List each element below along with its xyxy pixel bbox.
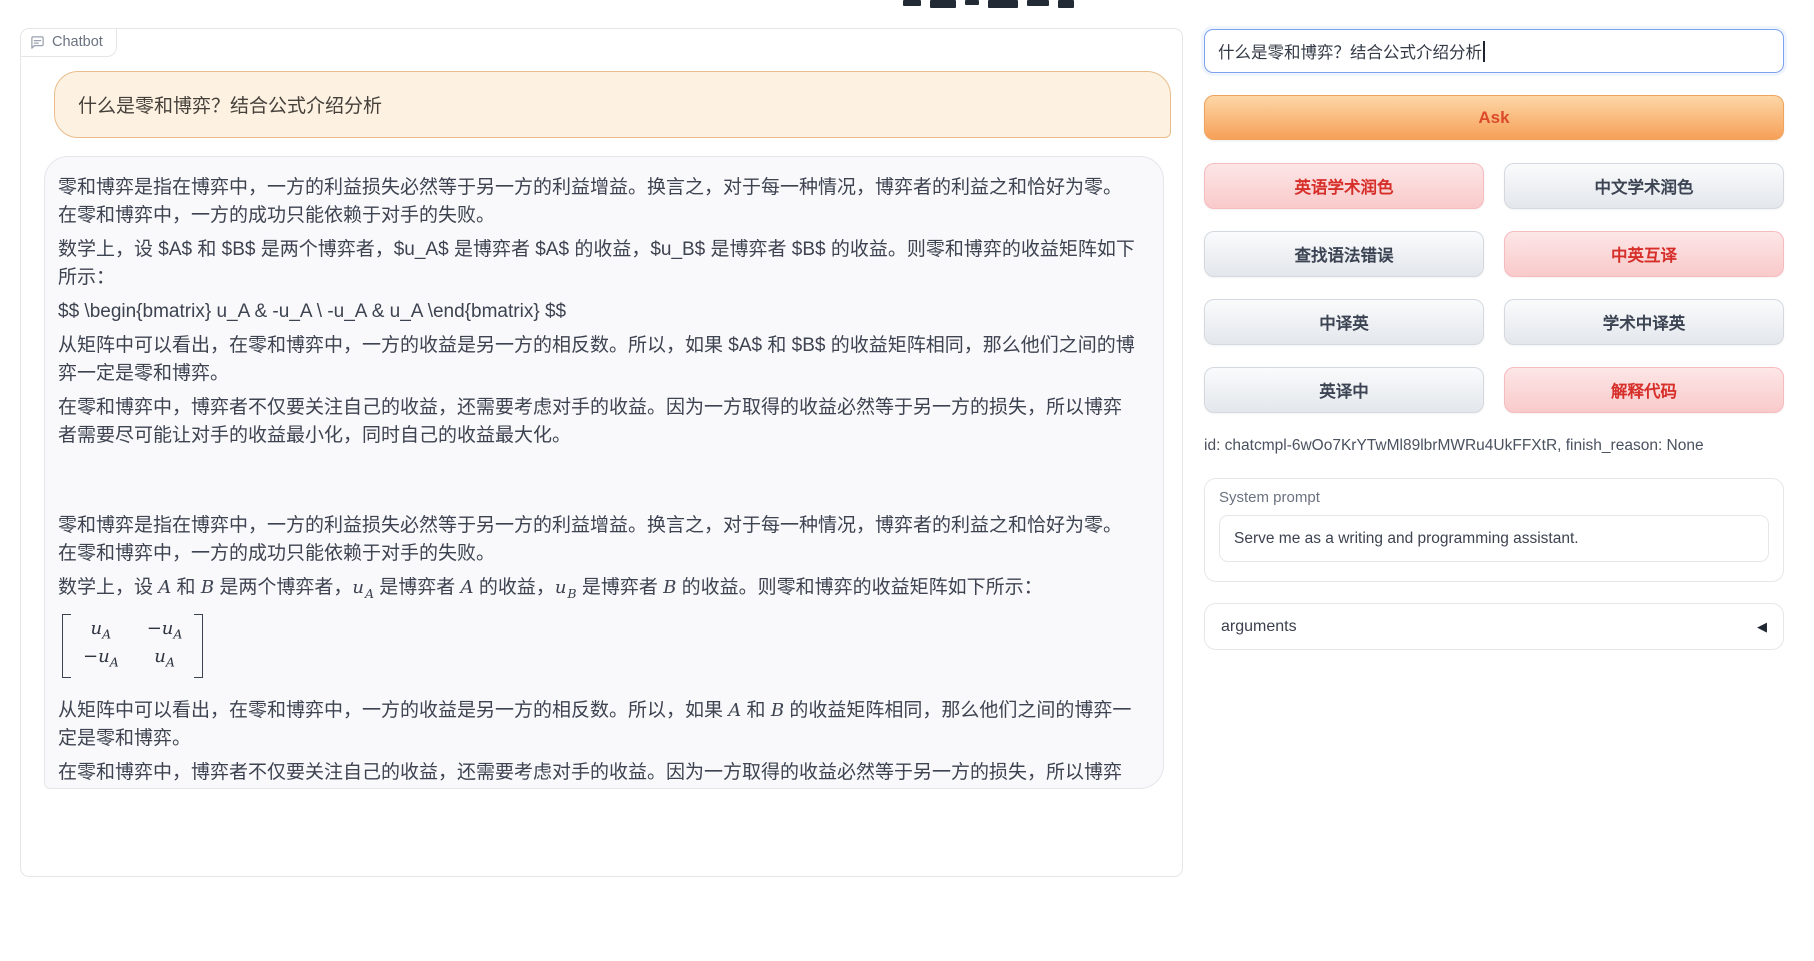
user-message-bubble: 什么是零和博弈？结合公式介绍分析 bbox=[54, 71, 1171, 138]
function-button-7[interactable]: 解释代码 bbox=[1504, 367, 1784, 413]
function-button-4[interactable]: 中译英 bbox=[1204, 299, 1484, 345]
system-prompt-value: Serve me as a writing and programming as… bbox=[1234, 530, 1579, 548]
function-button-grid: 英语学术润色中文学术润色查找语法错误中英互译中译英学术中译英英译中解释代码 bbox=[1204, 163, 1784, 413]
ask-button[interactable]: Ask bbox=[1204, 95, 1784, 140]
function-button-6[interactable]: 英译中 bbox=[1204, 367, 1484, 413]
function-button-3[interactable]: 中英互译 bbox=[1504, 231, 1784, 277]
arguments-accordion-header[interactable]: arguments ◀ bbox=[1204, 603, 1784, 650]
question-input[interactable]: 什么是零和博弈？结合公式介绍分析 bbox=[1204, 29, 1784, 73]
bot-message-content: 零和博弈是指在博弈中，一方的利益损失必然等于另一方的利益增益。换言之，对于每一种… bbox=[58, 174, 1140, 789]
bot-paragraph: 在零和博弈中，博弈者不仅要关注自己的收益，还需要考虑对手的收益。因为一方取得的收… bbox=[58, 394, 1140, 450]
bot-paragraph: 数学上，设 A 和 B 是两个博弈者，uA 是博弈者 A 的收益，uB 是博弈者… bbox=[58, 574, 1140, 608]
bot-paragraph: $$ \begin{bmatrix} u_A & -u_A \ -u_A & u… bbox=[58, 298, 1140, 326]
response-status-line: id: chatcmpl-6wOo7KrYTwMl89lbrMWRu4UkFFX… bbox=[1204, 437, 1784, 457]
chat-icon bbox=[30, 35, 45, 50]
user-message-text: 什么是零和博弈？结合公式介绍分析 bbox=[78, 91, 382, 118]
function-button-5[interactable]: 学术中译英 bbox=[1504, 299, 1784, 345]
arguments-accordion-label: arguments bbox=[1221, 618, 1297, 636]
function-button-1[interactable]: 中文学术润色 bbox=[1504, 163, 1784, 209]
ask-button-label: Ask bbox=[1478, 108, 1509, 128]
chatbot-label-text: Chatbot bbox=[52, 34, 103, 50]
system-prompt-input[interactable]: Serve me as a writing and programming as… bbox=[1219, 515, 1769, 562]
question-input-value: 什么是零和博弈？结合公式介绍分析 bbox=[1218, 39, 1482, 63]
bot-paragraph: 从矩阵中可以看出，在零和博弈中，一方的收益是另一方的相反数。所以，如果 $A$ … bbox=[58, 332, 1140, 388]
bot-paragraph: 从矩阵中可以看出，在零和博弈中，一方的收益是另一方的相反数。所以，如果 A 和 … bbox=[58, 697, 1140, 753]
collapse-arrow-icon: ◀ bbox=[1757, 619, 1767, 635]
system-prompt-group: System prompt Serve me as a writing and … bbox=[1204, 478, 1784, 582]
bot-paragraph: 在零和博弈中，博弈者不仅要关注自己的收益，还需要考虑对手的收益。因为一方取得的收… bbox=[58, 759, 1140, 789]
bot-message-bubble: 零和博弈是指在博弈中，一方的利益损失必然等于另一方的利益增益。换言之，对于每一种… bbox=[44, 156, 1164, 789]
bot-paragraph: 零和博弈是指在博弈中，一方的利益损失必然等于另一方的利益增益。换言之，对于每一种… bbox=[58, 174, 1140, 230]
function-button-0[interactable]: 英语学术润色 bbox=[1204, 163, 1484, 209]
controls-column: 什么是零和博弈？结合公式介绍分析 Ask 英语学术润色中文学术润色查找语法错误中… bbox=[1204, 29, 1784, 650]
function-button-2[interactable]: 查找语法错误 bbox=[1204, 231, 1484, 277]
bot-paragraph: 数学上，设 $A$ 和 $B$ 是两个博弈者，$u_A$ 是博弈者 $A$ 的收… bbox=[58, 236, 1140, 292]
bot-paragraph: 零和博弈是指在博弈中，一方的利益损失必然等于另一方的利益增益。换言之，对于每一种… bbox=[58, 512, 1140, 568]
text-cursor bbox=[1483, 41, 1485, 62]
clipped-page-title bbox=[903, 0, 1093, 8]
chatbot-panel: Chatbot 什么是零和博弈？结合公式介绍分析 零和博弈是指在博弈中，一方的利… bbox=[20, 28, 1183, 877]
rendered-payoff-matrix: uA−uA−uAuA bbox=[62, 614, 1140, 687]
system-prompt-label: System prompt bbox=[1219, 489, 1769, 506]
message-separator bbox=[58, 456, 1140, 512]
chatbot-label: Chatbot bbox=[21, 29, 117, 57]
